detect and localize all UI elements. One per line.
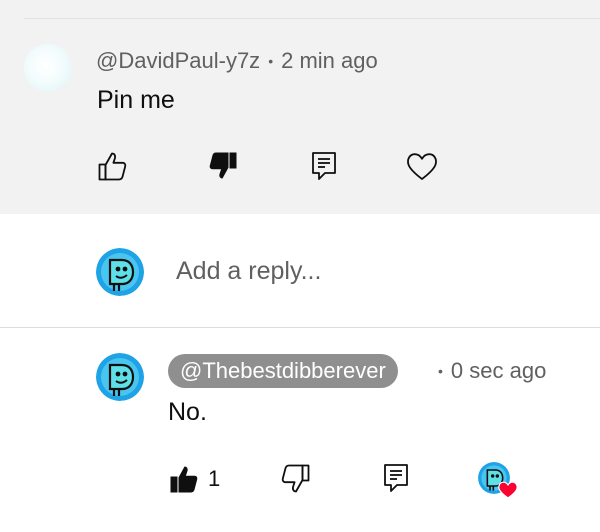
comment-author-chip[interactable]: @Thebestdibberever [168,354,398,388]
reply-input[interactable] [176,253,556,289]
reply-button[interactable] [382,462,410,494]
creator-heart-button[interactable] [478,462,520,500]
heart-button[interactable] [405,150,439,182]
comment-text: No. [168,398,207,426]
parent-comment: @DavidPaul-y7z • 2 min ago Pin me [0,0,600,214]
thumbs-down-icon [209,152,237,179]
comment-text: Pin me [97,86,175,114]
heart-icon [407,153,437,180]
comment-time[interactable]: 2 min ago [281,48,378,74]
thumbs-up-icon [170,466,198,493]
thumbs-up-icon [98,152,127,181]
comment-meta: • 0 sec ago [438,356,546,386]
like-button[interactable]: 1 [168,463,220,495]
channel-avatar-image [96,248,144,296]
avatar[interactable] [24,44,72,92]
like-button[interactable] [96,150,128,182]
meta-separator: • [268,53,274,69]
comment-author[interactable]: @DavidPaul-y7z [96,48,260,74]
reply-comment-icon [312,152,336,180]
reply-comment-icon [384,464,408,492]
dislike-button[interactable] [280,463,312,495]
like-count: 1 [208,466,221,491]
divider [0,327,600,328]
reply-button[interactable] [310,150,338,182]
comment-thread: @DavidPaul-y7z • 2 min ago Pin me Add a … [0,0,600,532]
heart-icon [498,481,518,499]
thumbs-down-icon [281,464,310,493]
divider [24,18,600,19]
comment-time[interactable]: 0 sec ago [451,358,546,384]
avatar[interactable] [96,353,144,401]
avatar[interactable] [96,248,144,296]
comment-meta: @DavidPaul-y7z • 2 min ago [96,46,378,76]
channel-avatar-image [96,353,144,401]
meta-separator: • [438,363,443,379]
dislike-button[interactable] [207,150,239,182]
